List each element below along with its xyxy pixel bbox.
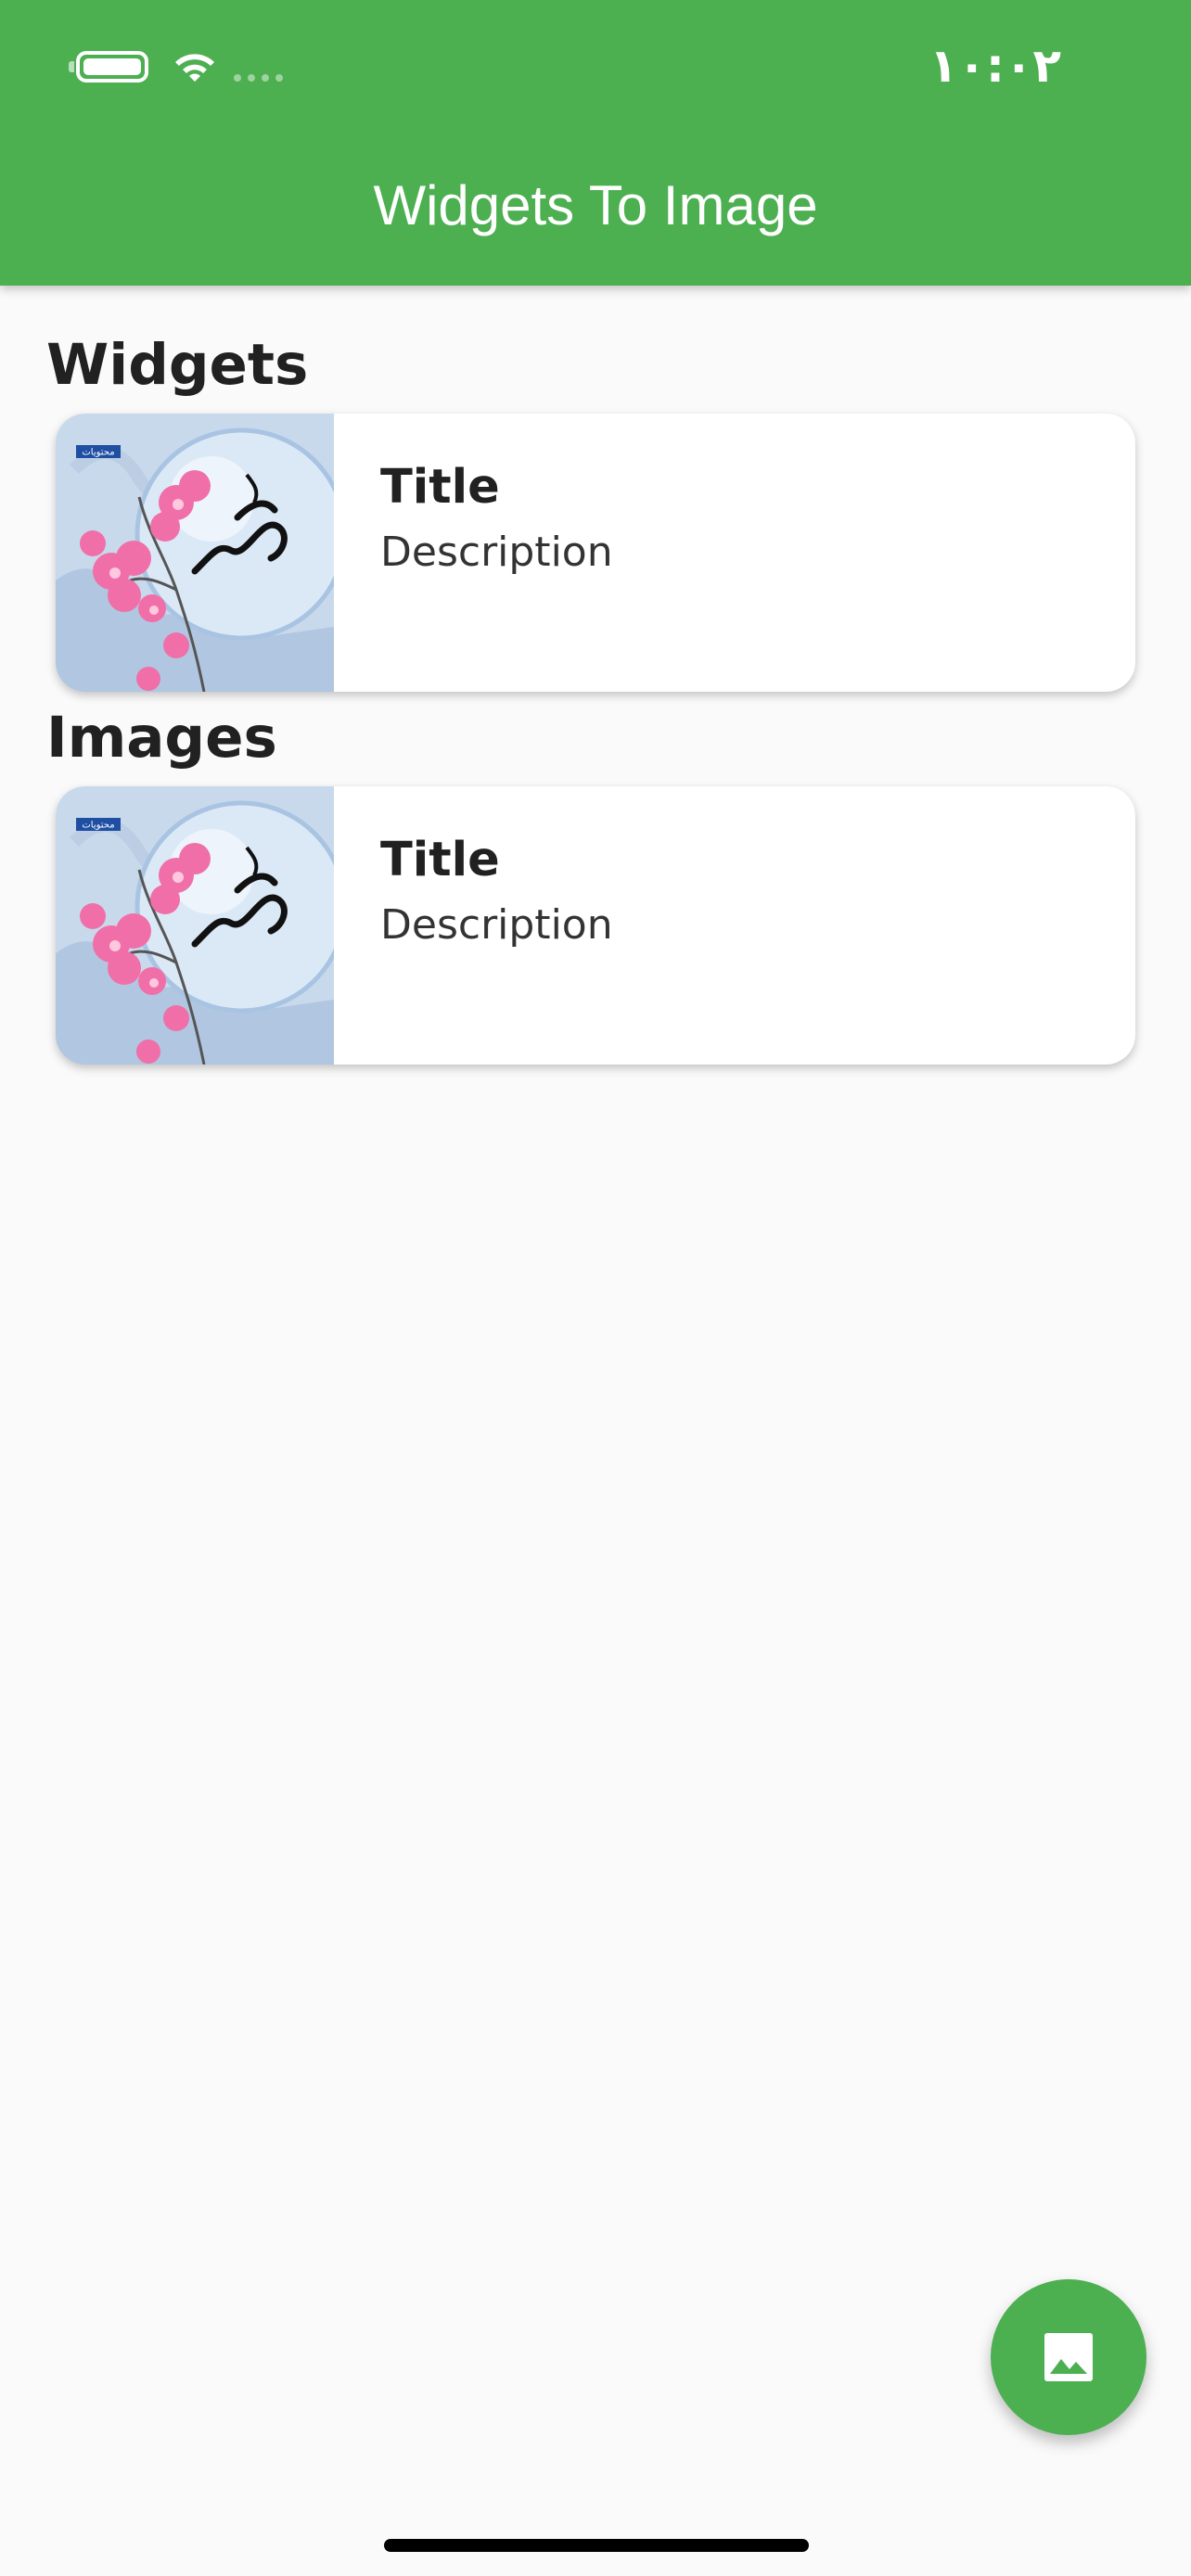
card-thumbnail: محتويات <box>56 786 334 1065</box>
thumbnail-badge: محتويات <box>82 448 114 458</box>
card-description: Description <box>380 901 613 949</box>
signal-icon <box>234 74 283 82</box>
card-title: Title <box>380 460 500 515</box>
status-time: ١٠:٠٢ <box>928 39 1061 93</box>
widget-card[interactable]: محتويات Title Description <box>56 414 1135 692</box>
home-indicator <box>384 2539 809 2552</box>
battery-icon <box>76 51 148 83</box>
card-thumbnail: محتويات <box>56 414 334 692</box>
page-title: Widgets To Image <box>373 174 818 236</box>
section-heading-widgets: Widgets <box>46 332 309 398</box>
image-card[interactable]: محتويات Title Description <box>56 786 1135 1065</box>
card-title: Title <box>380 833 500 887</box>
image-icon <box>1044 2333 1093 2381</box>
wifi-icon <box>175 54 214 82</box>
card-description: Description <box>380 529 613 576</box>
battery-cap <box>69 61 74 72</box>
app-bar: ١٠:٠٢ Widgets To Image <box>0 0 1191 286</box>
section-heading-images: Images <box>46 705 277 771</box>
fab-button[interactable] <box>991 2279 1146 2435</box>
thumbnail-badge: محتويات <box>82 821 114 831</box>
